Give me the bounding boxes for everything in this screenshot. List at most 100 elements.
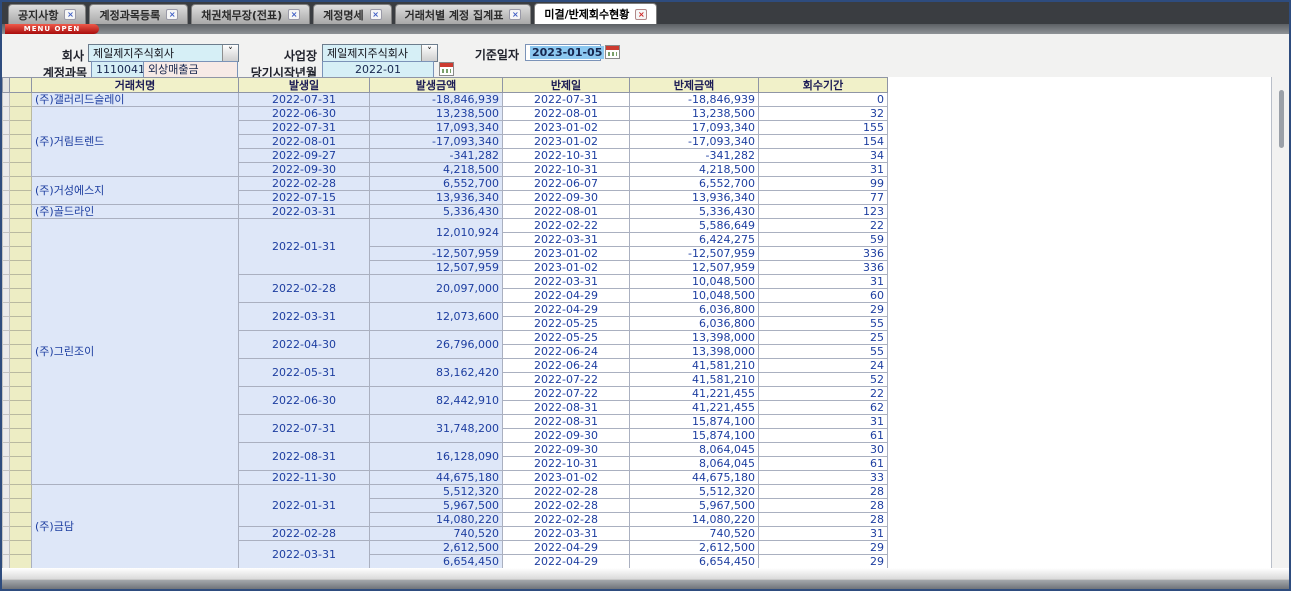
cell-occur-date[interactable]: 2022-07-31 (239, 415, 370, 443)
row-select-cell[interactable] (3, 401, 10, 415)
cell-collection-days[interactable]: 29 (759, 541, 888, 555)
tab-3[interactable]: 계정명세× (313, 4, 391, 24)
cell-settle-date[interactable]: 2022-02-22 (503, 219, 630, 233)
account-name-field[interactable]: 외상매출금 (143, 61, 238, 78)
row-indicator-cell[interactable] (10, 121, 32, 135)
cell-settle-date[interactable]: 2022-07-22 (503, 387, 630, 401)
cell-collection-days[interactable]: 29 (759, 303, 888, 317)
cell-occur-date[interactable]: 2022-11-30 (239, 471, 370, 485)
row-indicator-cell[interactable] (10, 233, 32, 247)
cell-occur-amount[interactable]: 16,128,090 (370, 443, 503, 471)
cell-settle-amount[interactable]: 5,586,649 (630, 219, 759, 233)
row-indicator-cell[interactable] (10, 485, 32, 499)
cell-settle-date[interactable]: 2022-07-31 (503, 93, 630, 107)
cell-occur-date[interactable]: 2022-09-30 (239, 163, 370, 177)
company-select[interactable]: 제일제지주식회사 ˅ (88, 44, 239, 62)
cell-settle-date[interactable]: 2022-08-31 (503, 415, 630, 429)
cell-settle-amount[interactable]: 13,398,000 (630, 345, 759, 359)
cell-settle-amount[interactable]: 5,512,320 (630, 485, 759, 499)
cell-occur-amount[interactable]: 44,675,180 (370, 471, 503, 485)
cell-collection-days[interactable]: 336 (759, 261, 888, 275)
cell-customer[interactable]: (주)갤러리드슬레이 (32, 93, 239, 107)
tab-close-icon[interactable]: × (509, 9, 521, 20)
cell-collection-days[interactable]: 32 (759, 107, 888, 121)
cell-occur-amount[interactable]: 6,654,450 (370, 555, 503, 569)
cell-occur-amount[interactable]: 31,748,200 (370, 415, 503, 443)
row-select-cell[interactable] (3, 289, 10, 303)
calendar-icon[interactable] (605, 45, 620, 59)
cell-settle-amount[interactable]: 2,612,500 (630, 541, 759, 555)
cell-collection-days[interactable]: 31 (759, 415, 888, 429)
row-indicator-cell[interactable] (10, 163, 32, 177)
cell-occur-date[interactable]: 2022-01-31 (239, 219, 370, 275)
cell-settle-date[interactable]: 2022-08-01 (503, 107, 630, 121)
cell-occur-date[interactable]: 2022-02-28 (239, 275, 370, 303)
cell-occur-amount[interactable]: 740,520 (370, 527, 503, 541)
row-indicator-cell[interactable] (10, 275, 32, 289)
row-indicator-cell[interactable] (10, 177, 32, 191)
row-select-cell[interactable] (3, 93, 10, 107)
cell-collection-days[interactable]: 30 (759, 443, 888, 457)
cell-collection-days[interactable]: 28 (759, 499, 888, 513)
cell-occur-date[interactable]: 2022-08-31 (239, 443, 370, 471)
cell-settle-date[interactable]: 2022-04-29 (503, 555, 630, 569)
cell-settle-amount[interactable]: 41,581,210 (630, 359, 759, 373)
cell-customer[interactable]: (주)골드라인 (32, 205, 239, 219)
row-indicator-cell[interactable] (10, 317, 32, 331)
row-select-cell[interactable] (3, 303, 10, 317)
cell-settle-date[interactable]: 2022-03-31 (503, 527, 630, 541)
row-select-cell[interactable] (3, 317, 10, 331)
cell-collection-days[interactable]: 123 (759, 205, 888, 219)
row-select-cell[interactable] (3, 261, 10, 275)
calendar-icon[interactable] (439, 62, 454, 76)
cell-settle-amount[interactable]: 14,080,220 (630, 513, 759, 527)
cell-settle-date[interactable]: 2023-01-02 (503, 121, 630, 135)
chevron-down-icon[interactable]: ˅ (421, 45, 437, 61)
row-select-cell[interactable] (3, 457, 10, 471)
row-select-cell[interactable] (3, 443, 10, 457)
cell-occur-amount[interactable]: 17,093,340 (370, 121, 503, 135)
cell-settle-date[interactable]: 2022-02-28 (503, 513, 630, 527)
cell-customer[interactable]: (주)거성에스지 (32, 177, 239, 205)
row-select-cell[interactable] (3, 149, 10, 163)
cell-occur-date[interactable]: 2022-03-31 (239, 303, 370, 331)
cell-settle-amount[interactable]: 41,221,455 (630, 387, 759, 401)
row-select-cell[interactable] (3, 513, 10, 527)
cell-settle-amount[interactable]: 12,507,959 (630, 261, 759, 275)
row-indicator-cell[interactable] (10, 191, 32, 205)
cell-settle-amount[interactable]: 17,093,340 (630, 121, 759, 135)
row-indicator-cell[interactable] (10, 345, 32, 359)
cell-occur-date[interactable]: 2022-07-15 (239, 191, 370, 205)
row-select-cell[interactable] (3, 415, 10, 429)
horizontal-scroll-area[interactable] (2, 568, 1289, 579)
row-select-cell[interactable] (3, 177, 10, 191)
cell-collection-days[interactable]: 31 (759, 163, 888, 177)
cell-collection-days[interactable]: 33 (759, 471, 888, 485)
cell-settle-amount[interactable]: 41,581,210 (630, 373, 759, 387)
cell-occur-amount[interactable]: 12,010,924 (370, 219, 503, 247)
row-indicator-cell[interactable] (10, 415, 32, 429)
cell-collection-days[interactable]: 25 (759, 331, 888, 345)
cell-occur-amount[interactable]: 83,162,420 (370, 359, 503, 387)
cell-settle-date[interactable]: 2022-08-31 (503, 401, 630, 415)
cell-occur-date[interactable]: 2022-05-31 (239, 359, 370, 387)
tab-close-icon[interactable]: × (64, 9, 76, 20)
cell-occur-amount[interactable]: 2,612,500 (370, 541, 503, 555)
cell-collection-days[interactable]: 34 (759, 149, 888, 163)
cell-occur-date[interactable]: 2022-06-30 (239, 107, 370, 121)
cell-settle-date[interactable]: 2023-01-02 (503, 261, 630, 275)
cell-occur-amount[interactable]: 5,336,430 (370, 205, 503, 219)
row-select-cell[interactable] (3, 471, 10, 485)
cell-occur-amount[interactable]: 14,080,220 (370, 513, 503, 527)
cell-occur-amount[interactable]: 82,442,910 (370, 387, 503, 415)
cell-settle-date[interactable]: 2023-01-02 (503, 135, 630, 149)
tab-4[interactable]: 거래처별 계정 집계표× (395, 4, 532, 24)
row-indicator-cell[interactable] (10, 261, 32, 275)
cell-settle-amount[interactable]: 6,036,800 (630, 317, 759, 331)
cell-settle-date[interactable]: 2022-06-07 (503, 177, 630, 191)
cell-collection-days[interactable]: 31 (759, 275, 888, 289)
row-select-cell[interactable] (3, 499, 10, 513)
chevron-down-icon[interactable]: ˅ (222, 45, 238, 61)
cell-occur-amount[interactable]: 5,967,500 (370, 499, 503, 513)
cell-collection-days[interactable]: 29 (759, 555, 888, 569)
